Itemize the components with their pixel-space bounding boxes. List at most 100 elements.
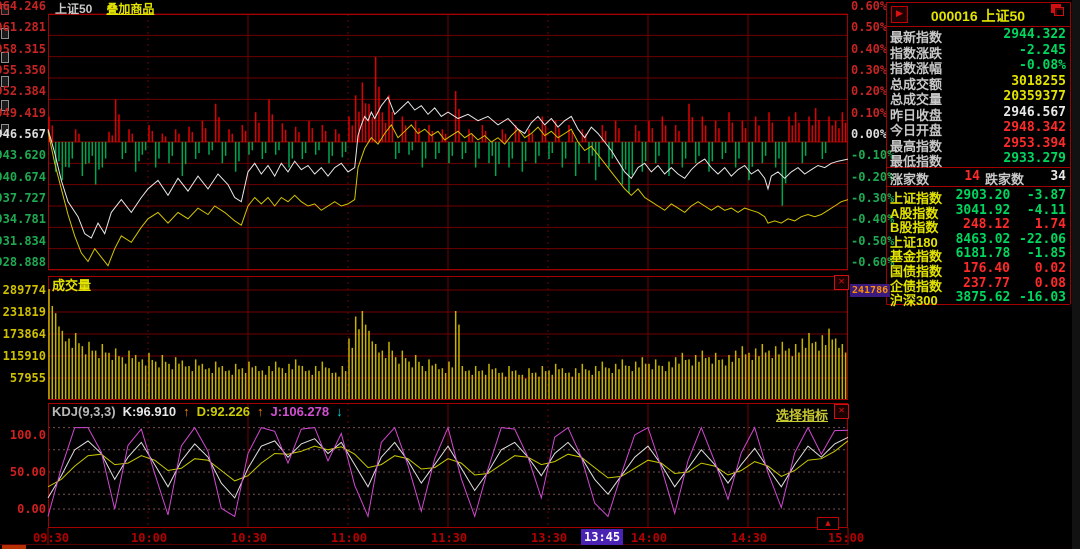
symbol-label: 上证50: [55, 2, 92, 16]
volume-axis: 28977423181917386411591057955: [0, 284, 46, 384]
quote-stat-row: 最低指数 2933.279: [890, 151, 1066, 167]
advancers-label: 涨家数: [890, 169, 929, 185]
index-change: -16.03: [1010, 290, 1066, 305]
index-name: A股指数: [890, 203, 956, 218]
percent-axis-label: 0.20%: [851, 85, 887, 97]
sidebar-header: ▶ 000016 上证50: [886, 2, 1070, 26]
percent-axis-label: 0.00%: [851, 128, 887, 140]
quote-stat-row: 总成交额 3018255: [890, 74, 1066, 90]
index-name: 沪深300: [890, 290, 956, 305]
stat-label: 昨日收盘: [890, 105, 942, 121]
price-axis-label: 2949.419: [0, 107, 46, 119]
expand-up-button[interactable]: ▲: [817, 517, 839, 530]
index-quote-list: 上证指数 2903.20 -3.87 A股指数 3041.92 -4.11 B股…: [890, 188, 1066, 305]
stat-label: 指数涨跌: [890, 43, 942, 59]
kdj-axis-label: 100.0: [10, 429, 46, 441]
quote-stats-list: 最新指数 2944.322 指数涨跌 -2.245 指数涨幅 -0.08% 总成…: [890, 27, 1066, 167]
index-name: 基金指数: [890, 246, 956, 261]
stat-value: 2953.394: [942, 136, 1066, 152]
time-axis-label: 13:45: [581, 529, 623, 545]
kdj-j-value: J:106.278: [271, 404, 330, 419]
quote-stat-row: 总成交量 20359377: [890, 89, 1066, 105]
advancers-decliners-row: 涨家数 14 跌家数 34: [890, 169, 1066, 185]
arrow-down-icon: ↓: [336, 404, 343, 419]
index-quote-row[interactable]: 基金指数 6181.78 -1.85: [890, 246, 1066, 261]
index-quote-row[interactable]: 沪深300 3875.62 -16.03: [890, 290, 1066, 305]
volume-axis-label: 57955: [10, 372, 46, 384]
price-axis-label: 2931.834: [0, 235, 46, 247]
price-axis-label: 2928.888: [0, 256, 46, 268]
kdj-close-button[interactable]: ✕: [834, 404, 849, 419]
index-change: -3.87: [1010, 188, 1066, 203]
kdj-k-value: K:96.910: [123, 404, 176, 419]
stat-value: 3018255: [942, 74, 1066, 90]
stat-label: 指数涨幅: [890, 58, 942, 74]
stock-code: 000016: [931, 8, 978, 24]
index-quote-row[interactable]: A股指数 3041.92 -4.11: [890, 203, 1066, 218]
right-toolbar-strip: [1072, 0, 1080, 549]
stat-value: -0.08%: [942, 58, 1066, 74]
index-value: 237.77: [956, 276, 1010, 291]
arrow-up-icon: ↑: [257, 404, 264, 419]
sidebar-border: [886, 2, 887, 304]
kdj-d-value: D:92.226: [197, 404, 250, 419]
time-axis-label: 14:30: [731, 531, 767, 545]
price-axis-left: 2964.2462961.2812958.3152955.3502952.384…: [0, 0, 46, 268]
index-change: 0.08: [1010, 276, 1066, 291]
stat-label: 今日开盘: [890, 120, 942, 136]
index-value: 248.12: [956, 217, 1010, 232]
price-axis-label: 2964.246: [0, 0, 46, 12]
overlay-commodity-link[interactable]: 叠加商品: [106, 2, 154, 16]
time-axis-label: 15:00: [828, 531, 864, 545]
percent-axis-label: 0.10%: [851, 107, 887, 119]
percent-axis-label: 0.50%: [851, 21, 887, 33]
percent-axis-label: 0.60%: [851, 0, 887, 12]
kdj-label: KDJ(9,3,3): [52, 404, 116, 419]
stat-value: 2933.279: [942, 151, 1066, 167]
stat-label: 最高指数: [890, 136, 942, 152]
index-change: 0.02: [1010, 261, 1066, 276]
quote-stat-row: 最新指数 2944.322: [890, 27, 1066, 43]
restore-window-icon[interactable]: [1054, 7, 1064, 16]
index-quote-row[interactable]: 企债指数 237.77 0.08: [890, 276, 1066, 291]
quote-stat-row: 指数涨跌 -2.245: [890, 43, 1066, 59]
advancers-count: 14: [929, 169, 985, 185]
volume-close-button[interactable]: ✕: [834, 275, 849, 290]
index-name: 上证180: [890, 232, 956, 247]
time-axis-label: 13:30: [531, 531, 567, 545]
index-quote-row[interactable]: 上证180 8463.02 -22.06: [890, 232, 1066, 247]
index-value: 2903.20: [956, 188, 1011, 203]
volume-axis-label: 231819: [3, 306, 46, 318]
stat-label: 最新指数: [890, 27, 942, 43]
decliners-label: 跌家数: [985, 169, 1024, 185]
quote-stat-row: 昨日收盘 2946.567: [890, 105, 1066, 121]
stat-label: 总成交额: [890, 74, 942, 90]
sidebar-border: [1070, 2, 1071, 304]
quote-stat-row: 今日开盘 2948.342: [890, 120, 1066, 136]
percent-axis-label: 0.40%: [851, 43, 887, 55]
index-change: -22.06: [1010, 232, 1066, 247]
volume-last-badge: 241786: [850, 284, 890, 297]
index-value: 3875.62: [956, 290, 1011, 305]
quote-stat-row: 最高指数 2953.394: [890, 136, 1066, 152]
index-quote-row[interactable]: 国债指数 176.40 0.02: [890, 261, 1066, 276]
trading-app-window: 上证50 叠加商品 2964.2462961.2812958.3152955.35…: [0, 0, 1080, 549]
select-indicator-link[interactable]: 选择指标: [776, 405, 828, 424]
index-value: 8463.02: [956, 232, 1011, 247]
price-axis-label: 2958.315: [0, 43, 46, 55]
time-axis-label: 11:00: [331, 531, 367, 545]
stat-value: 2944.322: [942, 27, 1066, 43]
stat-value: -2.245: [942, 43, 1066, 59]
index-name: 企债指数: [890, 276, 956, 291]
volume-axis-label: 115910: [3, 350, 46, 362]
index-name: 国债指数: [890, 261, 956, 276]
index-quote-row[interactable]: B股指数 248.12 1.74: [890, 217, 1066, 232]
main-chart-header: 上证50 叠加商品: [55, 0, 154, 17]
kdj-axis: 100.050.000.00: [0, 429, 46, 515]
stat-label: 总成交量: [890, 89, 942, 105]
price-axis-label: 2940.674: [0, 171, 46, 183]
index-quote-row[interactable]: 上证指数 2903.20 -3.87: [890, 188, 1066, 203]
price-axis-label: 2937.727: [0, 192, 46, 204]
index-name: B股指数: [890, 217, 956, 232]
index-change: 1.74: [1010, 217, 1066, 232]
